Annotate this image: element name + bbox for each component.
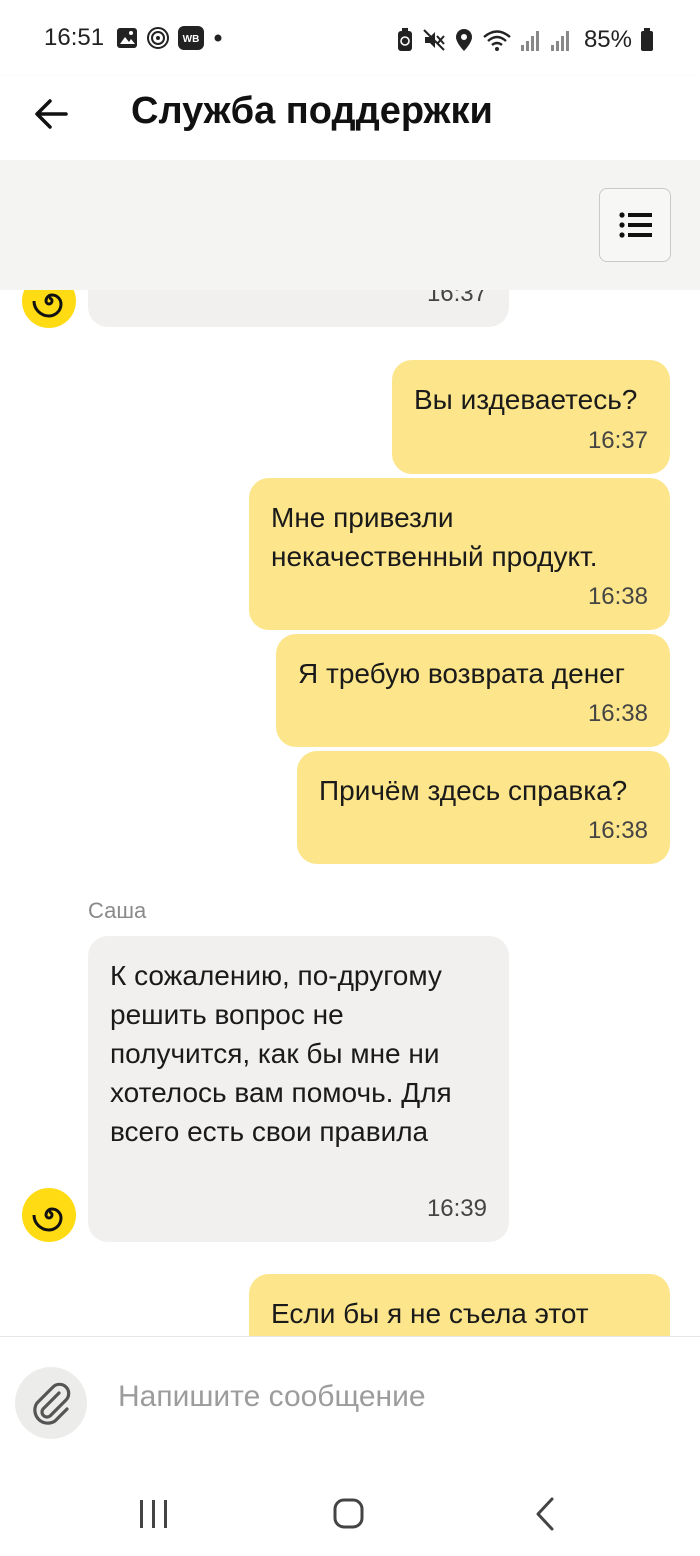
signal-icon [550,28,572,52]
message-outgoing: Мне привезли некачественный продукт. 16:… [249,478,670,630]
status-bar: 16:51 WB 85% [0,0,700,76]
message-incoming: 16:37 [88,290,509,327]
message-time: 16:38 [587,817,648,844]
chat-toolbar [0,160,700,290]
back-icon [536,1497,554,1531]
gallery-icon [116,27,138,49]
message-text: Если бы я не съела этот [271,1298,589,1329]
message-time: 16:38 [587,583,648,610]
message-time: 16:39 [426,1195,487,1222]
sender-name: Саша [88,898,147,923]
message-text: Мне привезли некачественный продукт. [271,502,598,572]
status-time: 16:51 [44,24,105,51]
nav-back-button[interactable] [526,1496,566,1532]
home-icon [333,1498,364,1529]
message-text: Причём здесь справка? [319,775,628,806]
spiral-icon [146,26,170,50]
app-bar: Служба поддержки [0,76,700,160]
system-nav-bar [0,1466,700,1556]
message-outgoing: Я требую возврата денег 16:38 [276,634,670,747]
message-text: К сожалению, по-другому решить вопрос не… [110,960,452,1147]
home-button[interactable] [328,1496,368,1532]
message-text: Вы издеваетесь? [414,384,638,415]
recent-apps-icon [140,1500,167,1528]
message-time: 16:37 [426,290,487,307]
message-composer [0,1336,700,1467]
message-time: 16:38 [587,700,648,727]
back-button[interactable] [28,90,76,138]
message-outgoing: Причём здесь справка? 16:38 [297,751,670,864]
wb-icon: WB [178,26,204,50]
location-icon [454,28,474,52]
page-title: Служба поддержки [131,90,493,132]
battery-level: 85% [583,26,632,53]
dot-icon [212,32,224,44]
paperclip-icon [33,1382,71,1425]
spiral-logo-icon [32,293,63,318]
message-outgoing: Вы издеваетесь? 16:37 [392,360,670,474]
recent-apps-button[interactable] [134,1496,174,1532]
spiral-logo-icon [32,1207,63,1232]
message-incoming: К сожалению, по-другому решить вопрос не… [88,936,509,1242]
battery-icon [640,28,654,52]
battery-saver-icon [396,28,414,52]
message-input-area[interactable] [116,1379,680,1423]
operator-avatar [22,290,76,328]
list-icon [619,212,652,238]
wb-badge-text: WB [183,34,200,45]
message-input[interactable] [116,1379,680,1415]
attach-button[interactable] [15,1367,87,1439]
mute-icon [422,28,446,52]
signal-icon [520,28,542,52]
arrow-left-icon [35,99,68,129]
chat-messages: 16:37 Вы издеваетесь? 16:37 Мне привезли… [0,290,700,1336]
message-outgoing: Если бы я не съела этот [249,1274,670,1336]
message-time: 16:37 [587,427,648,454]
menu-button[interactable] [599,188,671,262]
operator-avatar [22,1188,76,1242]
wifi-icon [482,28,512,52]
message-text: Я требую возврата денег [298,658,625,689]
